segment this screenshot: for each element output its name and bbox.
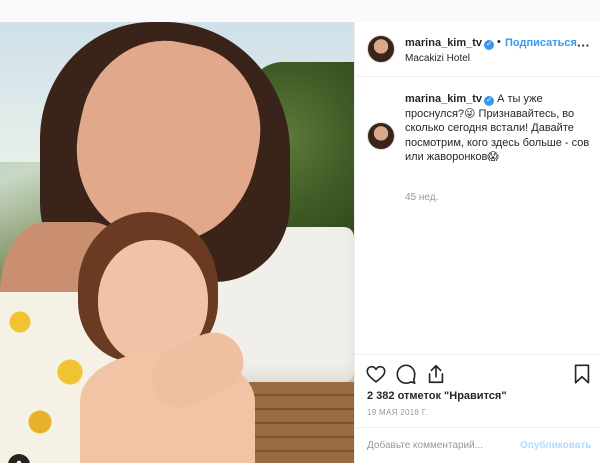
post-header: marina_kim_tv ✓ • Подписаться Macakizi Ho… (355, 22, 600, 77)
avatar[interactable] (367, 35, 395, 63)
heart-icon[interactable] (365, 363, 387, 385)
username-link[interactable]: marina_kim_tv ✓ (405, 37, 495, 50)
post-side-panel: marina_kim_tv ✓ • Подписаться Macakizi Ho… (354, 22, 600, 463)
post-date: 19 МАЯ 2018 Г. (367, 408, 428, 417)
caption-username[interactable]: marina_kim_tv (405, 93, 482, 105)
comment-icon[interactable] (395, 363, 417, 385)
publish-button[interactable]: Опубликовать (520, 440, 591, 451)
share-icon[interactable] (425, 363, 447, 385)
separator-dot: • (497, 36, 501, 48)
verified-badge-icon: ✓ (484, 40, 495, 50)
top-strip (0, 0, 600, 22)
bookmark-icon[interactable] (571, 363, 593, 385)
comment-input[interactable]: Добавьте комментарий... (367, 440, 483, 451)
post-age[interactable]: 45 нед. (405, 192, 438, 203)
username-text[interactable]: marina_kim_tv (405, 37, 482, 49)
ellipsis-icon[interactable]: ··· (577, 38, 590, 53)
caption-avatar[interactable] (367, 122, 395, 150)
follow-button[interactable]: Подписаться (505, 37, 577, 49)
location-link[interactable]: Macakizi Hotel (405, 53, 470, 64)
verified-badge-icon: ✓ (484, 96, 495, 106)
photo-deck (240, 382, 354, 463)
likes-count[interactable]: 2 382 отметок "Нравится" (367, 390, 507, 402)
caption-text-block: marina_kim_tv ✓ А ты уже проснулся?😜 Приз… (405, 92, 595, 165)
post-photo[interactable] (0, 22, 354, 463)
comment-box: Добавьте комментарий... Опубликовать (355, 427, 600, 463)
action-bar (355, 354, 600, 390)
